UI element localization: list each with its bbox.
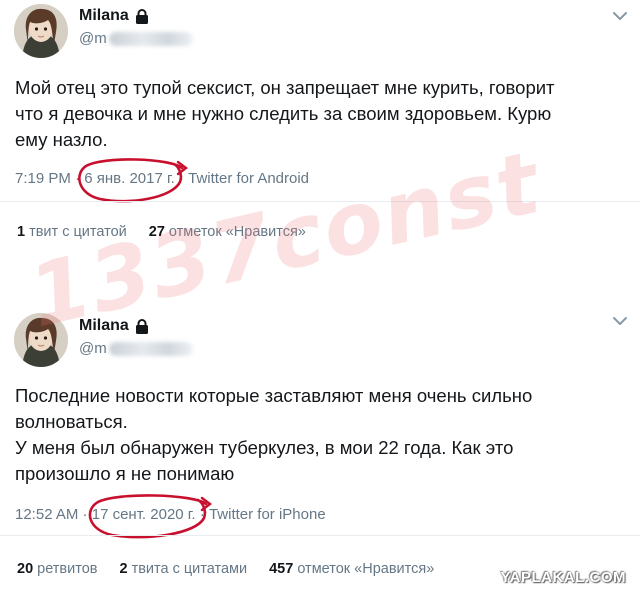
tweet-meta: 7:19 PM · 6 янв. 2017 г. · Twitter for A… <box>15 170 309 187</box>
handle-prefix: @m <box>79 30 107 47</box>
tweet-text-line: Последние новости которые заставляют мен… <box>15 385 533 406</box>
like-count[interactable]: 457 отметок «Нравится» <box>269 561 434 577</box>
tweet-text: Последние новости которые заставляют мен… <box>15 383 615 487</box>
author-name[interactable]: Milana <box>79 317 129 335</box>
chevron-down-icon[interactable] <box>612 315 628 327</box>
divider <box>0 535 640 536</box>
tweet-1[interactable]: Milana @m Мой отец это тупой сексист, он… <box>0 0 640 258</box>
meta-separator: · <box>174 170 189 187</box>
meta-separator: · <box>70 170 85 187</box>
handle-blurred <box>108 341 193 356</box>
divider <box>0 201 640 202</box>
tweet-text-line: ему назло. <box>15 129 108 150</box>
quote-count[interactable]: 1 твит с цитатой <box>17 224 127 240</box>
avatar[interactable] <box>14 4 68 58</box>
tweet-meta: 12:52 AM · 17 сент. 2020 г. · Twitter fo… <box>15 506 326 523</box>
avatar[interactable] <box>14 313 68 367</box>
tweet-date[interactable]: 6 янв. 2017 г. <box>84 170 175 187</box>
author-name[interactable]: Milana <box>79 7 129 25</box>
tweet-text: Мой отец это тупой сексист, он запрещает… <box>15 75 615 153</box>
tweet-time[interactable]: 7:19 PM <box>15 170 71 187</box>
tweet-stats: 20 ретвитов 2 твита с цитатами 457 отметок … <box>17 561 434 577</box>
quote-count[interactable]: 2 твита с цитатами <box>119 561 247 577</box>
avatar-image <box>14 4 68 58</box>
lock-icon <box>135 318 148 334</box>
tweet-date[interactable]: 17 сент. 2020 г. <box>92 506 196 523</box>
meta-separator: · <box>78 506 92 523</box>
lock-icon <box>135 8 148 24</box>
author-handle[interactable]: @m <box>79 340 193 357</box>
tweet-2[interactable]: Milana @m Последние новости которые заст… <box>0 305 640 605</box>
handle-prefix: @m <box>79 340 107 357</box>
tweet-text-line: Мой отец это тупой сексист, он запрещает… <box>15 77 555 98</box>
tweet-text-line: У меня был обнаружен туберкулез, в мои 2… <box>15 437 514 458</box>
tweet-stats: 1 твит с цитатой 27 отметок «Нравится» <box>17 224 306 240</box>
avatar-image <box>14 313 68 367</box>
handle-blurred <box>108 31 193 46</box>
site-watermark: YAPLAKAL.COM <box>500 569 626 586</box>
meta-separator: · <box>195 506 209 523</box>
tweet-client[interactable]: Twitter for iPhone <box>209 506 326 523</box>
like-count[interactable]: 27 отметок «Нравится» <box>149 224 306 240</box>
retweet-count[interactable]: 20 ретвитов <box>17 561 97 577</box>
tweet-text-line: что я девочка и мне нужно следить за сво… <box>15 103 552 124</box>
author-handle[interactable]: @m <box>79 30 193 47</box>
tweet-text-line: волноваться. <box>15 411 128 432</box>
tweet-client[interactable]: Twitter for Android <box>188 170 309 187</box>
tweet-time[interactable]: 12:52 AM <box>15 506 78 523</box>
tweet-text-line: произошло я не понимаю <box>15 463 235 484</box>
chevron-down-icon[interactable] <box>612 10 628 22</box>
